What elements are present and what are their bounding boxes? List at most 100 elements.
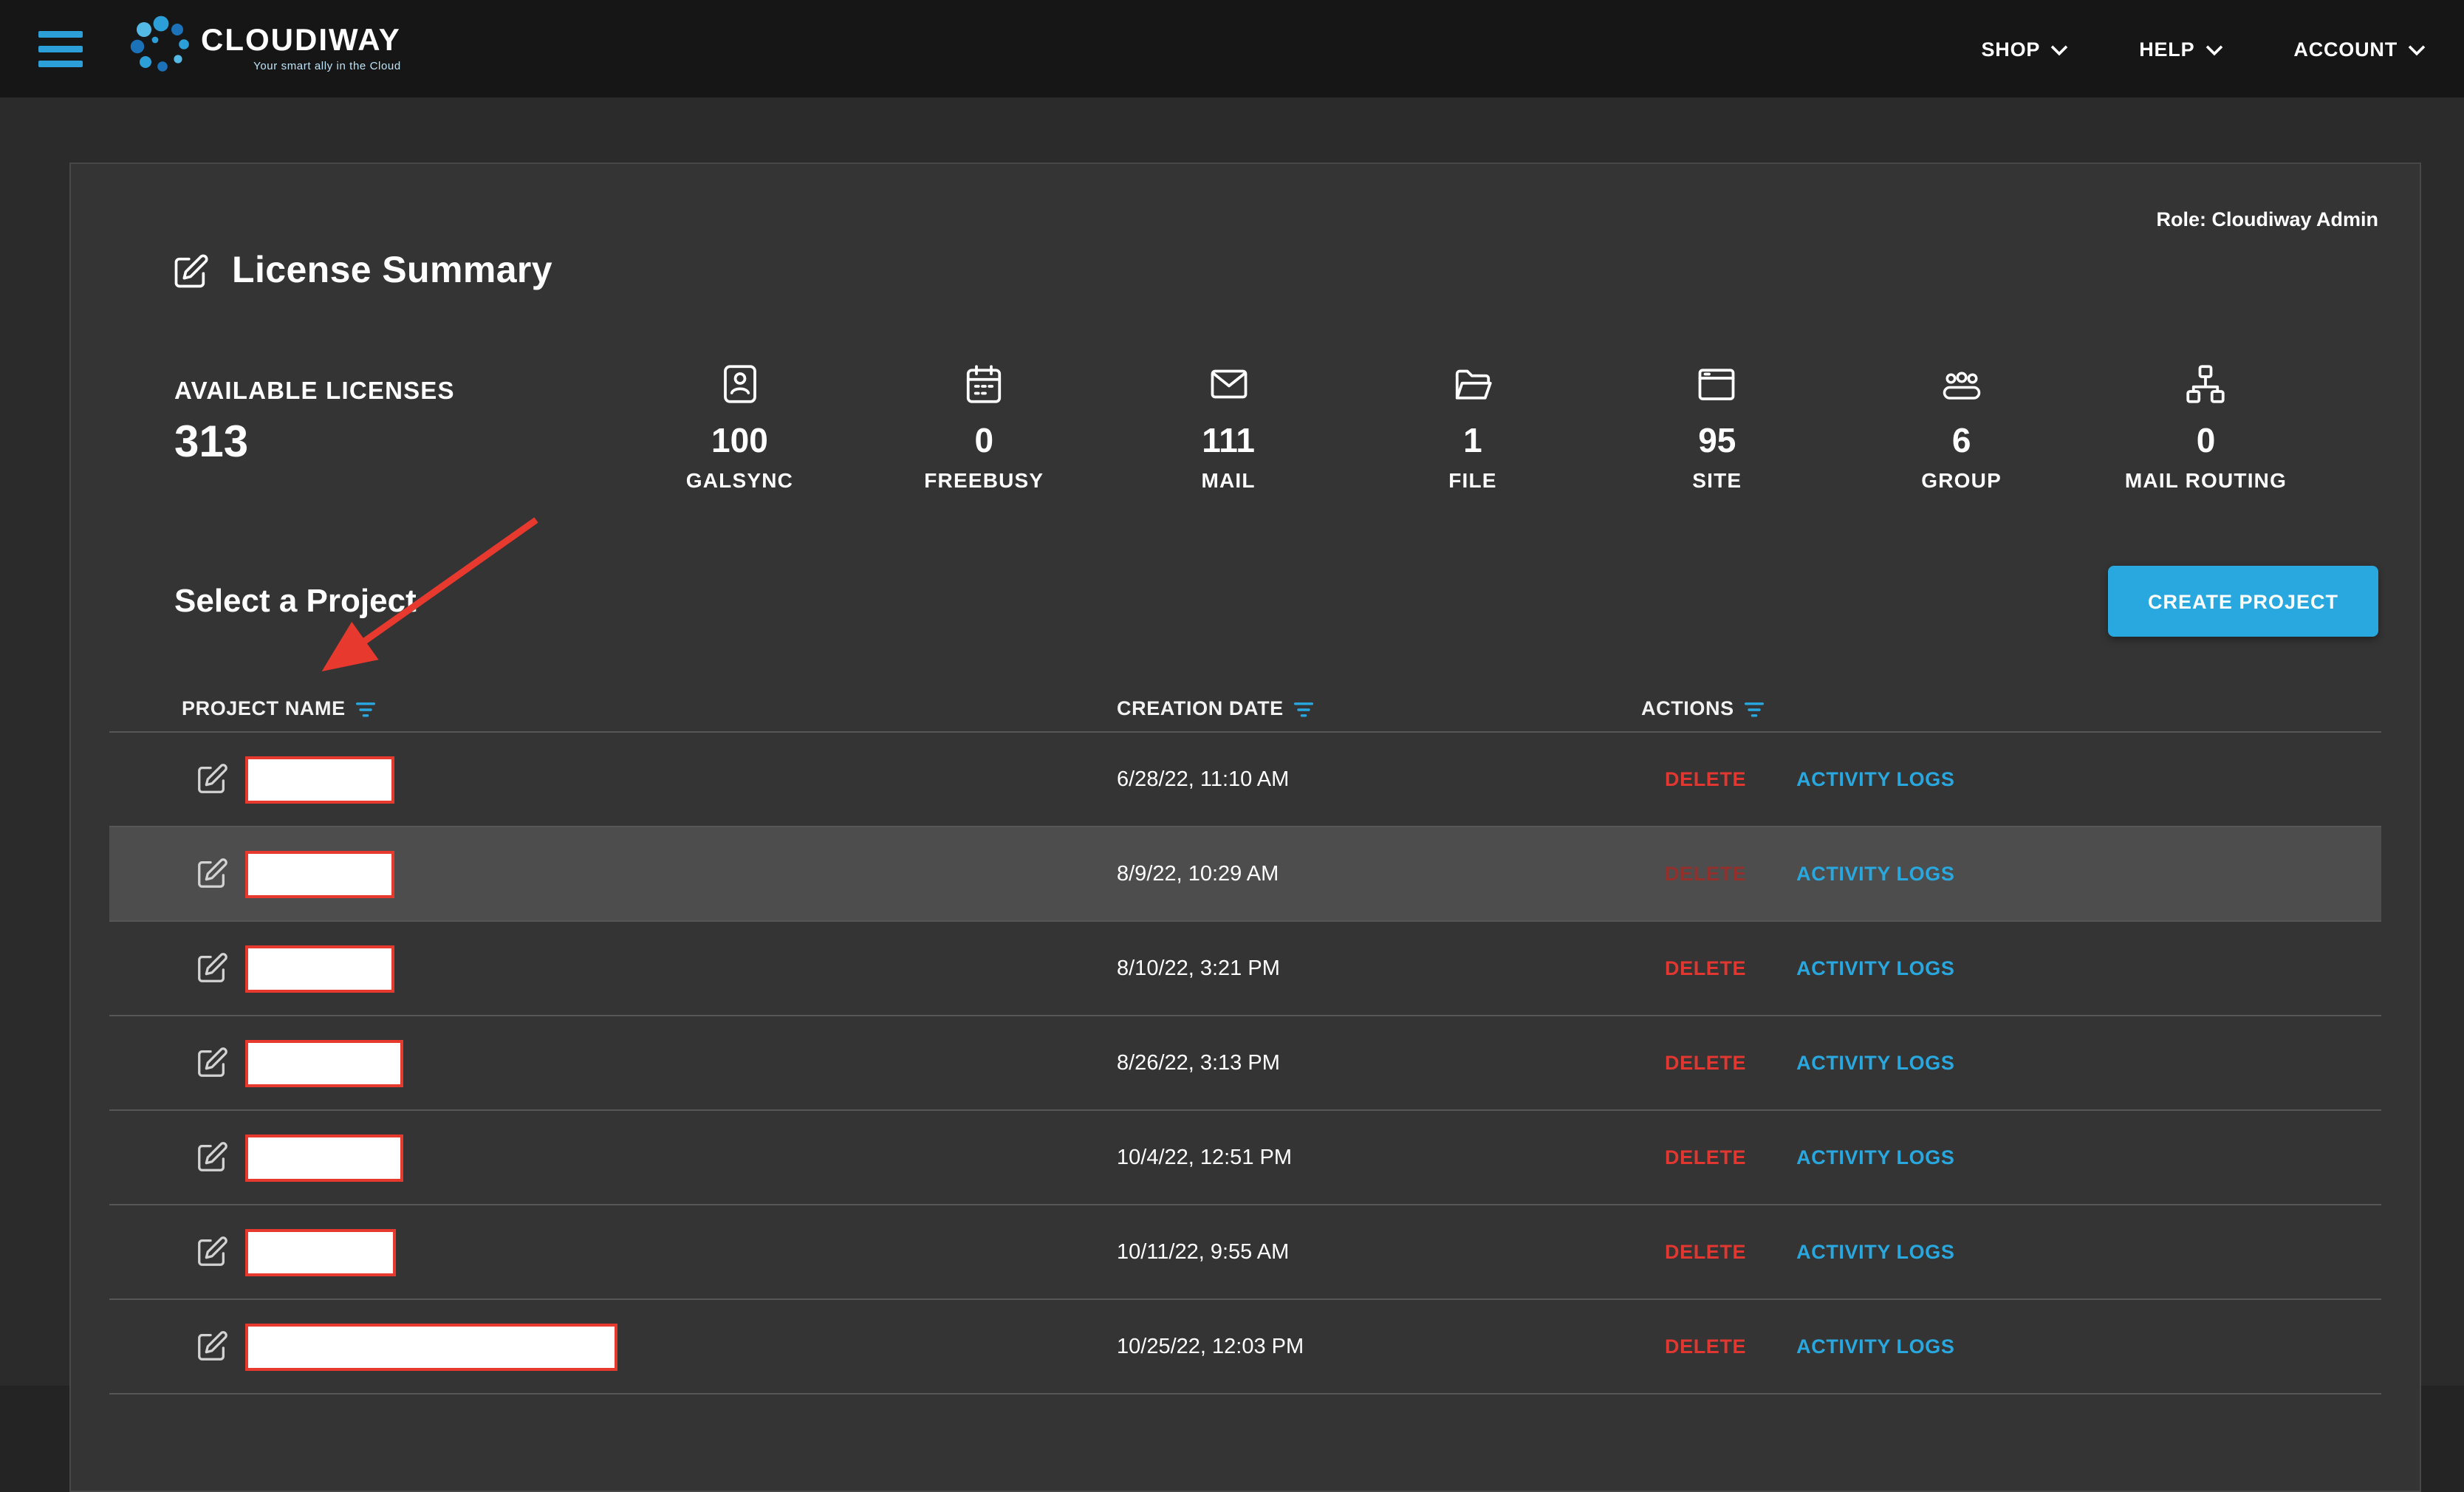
select-project-title: Select a Project	[174, 582, 417, 620]
menu-account[interactable]: ACCOUNT	[2293, 38, 2426, 60]
edit-project-icon[interactable]	[195, 1235, 229, 1269]
chevron-down-icon	[2205, 44, 2222, 56]
table-row: 10/4/22, 12:51 PM DELETE ACTIVITY LOGS	[109, 1109, 2381, 1204]
license-stat: 100 GALSYNC	[617, 360, 862, 492]
project-name-cell	[109, 756, 1117, 803]
stat-label: SITE	[1595, 468, 1839, 492]
stat-label: GROUP	[1839, 468, 2084, 492]
edit-project-icon[interactable]	[195, 951, 229, 985]
activity-logs-link[interactable]: ACTIVITY LOGS	[1796, 1052, 1954, 1074]
delete-link[interactable]: DELETE	[1665, 863, 1746, 885]
column-label: PROJECT NAME	[182, 697, 346, 719]
menu-help[interactable]: HELP	[2139, 38, 2222, 60]
create-project-button[interactable]: CREATE PROJECT	[2108, 566, 2378, 637]
edit-title-icon[interactable]	[171, 252, 210, 290]
project-table-header: PROJECT NAME CREATION DATE ACTIONS	[109, 684, 2381, 731]
table-row: 8/9/22, 10:29 AM DELETE ACTIVITY LOGS	[109, 826, 2381, 920]
available-licenses: AVAILABLE LICENSES 313	[174, 360, 617, 468]
filter-icon[interactable]	[1745, 701, 1764, 717]
project-name-redacted[interactable]	[245, 1039, 403, 1087]
column-header-actions[interactable]: ACTIONS	[1641, 697, 2381, 719]
stat-label: FILE	[1351, 468, 1595, 492]
column-label: ACTIONS	[1641, 697, 1734, 719]
delete-link[interactable]: DELETE	[1665, 768, 1746, 790]
stat-value: 0	[862, 421, 1106, 461]
actions-cell: DELETE ACTIVITY LOGS	[1641, 863, 2381, 885]
project-name-cell	[109, 945, 1117, 992]
project-name-redacted[interactable]	[245, 1228, 396, 1276]
column-header-project-name[interactable]: PROJECT NAME	[109, 697, 1117, 719]
activity-logs-link[interactable]: ACTIVITY LOGS	[1796, 1146, 1954, 1168]
actions-cell: DELETE ACTIVITY LOGS	[1641, 1241, 2381, 1263]
activity-logs-link[interactable]: ACTIVITY LOGS	[1796, 1241, 1954, 1263]
license-stat: 95 SITE	[1595, 360, 1839, 492]
license-stat: 0 MAIL ROUTING	[2084, 360, 2328, 492]
table-end-divider	[109, 1393, 2381, 1462]
activity-logs-link[interactable]: ACTIVITY LOGS	[1796, 1335, 1954, 1358]
freebusy-icon	[962, 360, 1006, 408]
project-table: PROJECT NAME CREATION DATE ACTIONS 6/28/…	[109, 684, 2381, 1462]
project-table-body: 6/28/22, 11:10 AM DELETE ACTIVITY LOGS 8…	[109, 731, 2381, 1393]
project-name-cell	[109, 1323, 1117, 1370]
chevron-down-icon	[2408, 44, 2426, 56]
filter-icon[interactable]	[1294, 701, 1313, 717]
project-name-redacted[interactable]	[245, 1134, 403, 1181]
project-name-redacted[interactable]	[245, 945, 394, 992]
edit-project-icon[interactable]	[195, 1330, 229, 1363]
actions-cell: DELETE ACTIVITY LOGS	[1641, 1052, 2381, 1074]
stat-value: 0	[2084, 421, 2328, 461]
project-name-redacted[interactable]	[245, 850, 394, 897]
license-stats-row: AVAILABLE LICENSES 313 100 GALSYNC 0 FRE…	[174, 360, 2328, 492]
topbar-nav: SHOP HELP ACCOUNT	[1981, 38, 2426, 60]
menu-label: ACCOUNT	[2293, 38, 2398, 60]
edit-project-icon[interactable]	[195, 1140, 229, 1174]
project-name-redacted[interactable]	[245, 1323, 617, 1370]
mail-icon	[1206, 360, 1250, 408]
logo-mark-icon	[127, 11, 195, 86]
delete-link[interactable]: DELETE	[1665, 1052, 1746, 1074]
activity-logs-link[interactable]: ACTIVITY LOGS	[1796, 957, 1954, 979]
cloudiway-logo[interactable]: CLOUDIWAY Your smart ally in the Cloud	[127, 11, 401, 86]
app-root: CLOUDIWAY Your smart ally in the Cloud S…	[0, 0, 2464, 1386]
stat-label: FREEBUSY	[862, 468, 1106, 492]
license-stat: 1 FILE	[1351, 360, 1595, 492]
table-row: 10/11/22, 9:55 AM DELETE ACTIVITY LOGS	[109, 1204, 2381, 1298]
project-name-cell	[109, 850, 1117, 897]
stat-label: MAIL	[1106, 468, 1351, 492]
actions-cell: DELETE ACTIVITY LOGS	[1641, 768, 2381, 790]
page-title: License Summary	[232, 250, 552, 292]
project-name-cell	[109, 1039, 1117, 1087]
activity-logs-link[interactable]: ACTIVITY LOGS	[1796, 863, 1954, 885]
edit-project-icon[interactable]	[195, 1046, 229, 1080]
table-row: 6/28/22, 11:10 AM DELETE ACTIVITY LOGS	[109, 731, 2381, 826]
delete-link[interactable]: DELETE	[1665, 957, 1746, 979]
creation-date: 10/25/22, 12:03 PM	[1117, 1335, 1641, 1358]
column-header-creation-date[interactable]: CREATION DATE	[1117, 697, 1641, 719]
available-licenses-label: AVAILABLE LICENSES	[174, 378, 617, 406]
table-row: 8/10/22, 3:21 PM DELETE ACTIVITY LOGS	[109, 920, 2381, 1015]
table-row: 10/25/22, 12:03 PM DELETE ACTIVITY LOGS	[109, 1298, 2381, 1393]
hamburger-menu-icon[interactable]	[38, 30, 83, 67]
table-row: 8/26/22, 3:13 PM DELETE ACTIVITY LOGS	[109, 1015, 2381, 1109]
creation-date: 6/28/22, 11:10 AM	[1117, 767, 1641, 791]
project-name-cell	[109, 1228, 1117, 1276]
license-stat: 111 MAIL	[1106, 360, 1351, 492]
brand-tagline: Your smart ally in the Cloud	[253, 61, 401, 72]
creation-date: 10/4/22, 12:51 PM	[1117, 1146, 1641, 1169]
creation-date: 8/26/22, 3:13 PM	[1117, 1051, 1641, 1075]
project-name-cell	[109, 1134, 1117, 1181]
delete-link[interactable]: DELETE	[1665, 1335, 1746, 1358]
activity-logs-link[interactable]: ACTIVITY LOGS	[1796, 768, 1954, 790]
edit-project-icon[interactable]	[195, 762, 229, 796]
stat-label: GALSYNC	[617, 468, 862, 492]
stat-value: 111	[1106, 421, 1351, 461]
galsync-icon	[717, 360, 762, 408]
delete-link[interactable]: DELETE	[1665, 1146, 1746, 1168]
project-name-redacted[interactable]	[245, 756, 394, 803]
topbar: CLOUDIWAY Your smart ally in the Cloud S…	[0, 0, 2464, 97]
edit-project-icon[interactable]	[195, 857, 229, 891]
filter-icon[interactable]	[356, 701, 375, 717]
role-badge: Role: Cloudiway Admin	[71, 164, 2420, 235]
delete-link[interactable]: DELETE	[1665, 1241, 1746, 1263]
menu-shop[interactable]: SHOP	[1981, 38, 2068, 60]
